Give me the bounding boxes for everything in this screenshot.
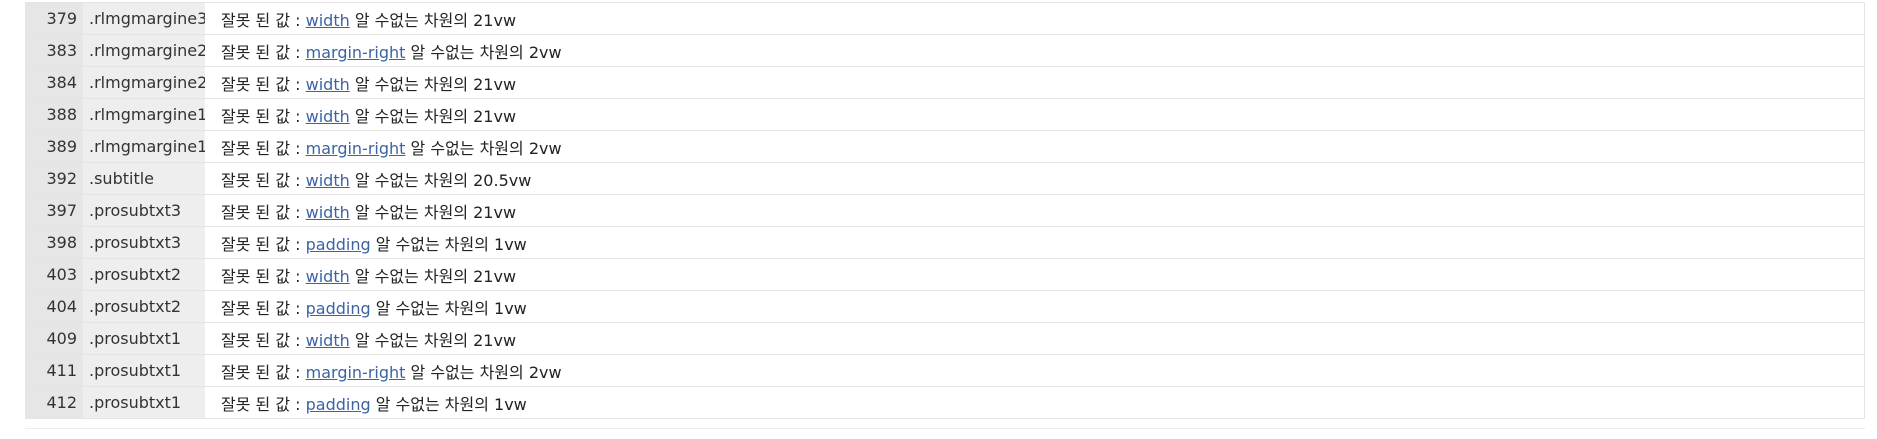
- line-number-cell: 412: [25, 386, 83, 419]
- error-message-cell: 잘못 된 값 : margin-right 알 수없는 차원의 2vw: [205, 354, 1865, 387]
- table-row: 412 .prosubtxt1 잘못 된 값 : padding 알 수없는 차…: [25, 386, 1865, 419]
- error-prefix: 잘못 된 값 :: [221, 330, 301, 350]
- property-link[interactable]: padding: [306, 235, 371, 254]
- error-detail: 알 수없는 차원의 1vw: [375, 394, 527, 414]
- line-number-cell: 389: [25, 130, 83, 163]
- error-detail: 알 수없는 차원의 21vw: [354, 330, 517, 350]
- error-message-cell: 잘못 된 값 : width 알 수없는 차원의 21vw: [205, 258, 1865, 291]
- selector-context-cell: .subtitle: [83, 162, 205, 195]
- error-detail: 알 수없는 차원의 21vw: [354, 74, 517, 94]
- line-number-cell: 398: [25, 226, 83, 259]
- property-link[interactable]: padding: [306, 395, 371, 414]
- error-prefix: 잘못 된 값 :: [221, 10, 301, 30]
- css-validation-errors-table: 379 .rlmgmargine3 잘못 된 값 : width 알 수없는 차…: [25, 2, 1865, 419]
- selector-context-cell: .prosubtxt1: [83, 354, 205, 387]
- error-prefix: 잘못 된 값 :: [221, 362, 301, 382]
- error-prefix: 잘못 된 값 :: [221, 266, 301, 286]
- error-prefix: 잘못 된 값 :: [221, 298, 301, 318]
- error-prefix: 잘못 된 값 :: [221, 106, 301, 126]
- line-number-cell: 409: [25, 322, 83, 355]
- error-prefix: 잘못 된 값 :: [221, 42, 301, 62]
- line-number-cell: 392: [25, 162, 83, 195]
- error-message-cell: 잘못 된 값 : padding 알 수없는 차원의 1vw: [205, 226, 1865, 259]
- error-message-cell: 잘못 된 값 : margin-right 알 수없는 차원의 2vw: [205, 34, 1865, 67]
- error-detail: 알 수없는 차원의 1vw: [375, 234, 527, 254]
- selector-context-cell: .rlmgmargine1: [83, 130, 205, 163]
- selector-context-cell: .prosubtxt2: [83, 290, 205, 323]
- error-message-cell: 잘못 된 값 : width 알 수없는 차원의 21vw: [205, 194, 1865, 227]
- selector-context-cell: .rlmgmargine2: [83, 66, 205, 99]
- line-number-cell: 384: [25, 66, 83, 99]
- table-row: 404 .prosubtxt2 잘못 된 값 : padding 알 수없는 차…: [25, 290, 1865, 323]
- error-detail: 알 수없는 차원의 20.5vw: [354, 170, 532, 190]
- section-divider: [25, 428, 1865, 429]
- error-message-cell: 잘못 된 값 : margin-right 알 수없는 차원의 2vw: [205, 130, 1865, 163]
- line-number-cell: 379: [25, 2, 83, 35]
- error-message-cell: 잘못 된 값 : width 알 수없는 차원의 21vw: [205, 98, 1865, 131]
- error-prefix: 잘못 된 값 :: [221, 138, 301, 158]
- error-message-cell: 잘못 된 값 : padding 알 수없는 차원의 1vw: [205, 290, 1865, 323]
- table-row: 379 .rlmgmargine3 잘못 된 값 : width 알 수없는 차…: [25, 2, 1865, 35]
- line-number-cell: 403: [25, 258, 83, 291]
- error-prefix: 잘못 된 값 :: [221, 170, 301, 190]
- error-detail: 알 수없는 차원의 21vw: [354, 266, 517, 286]
- line-number-cell: 411: [25, 354, 83, 387]
- property-link[interactable]: padding: [306, 299, 371, 318]
- selector-context-cell: .rlmgmargine1: [83, 98, 205, 131]
- selector-context-cell: .prosubtxt1: [83, 322, 205, 355]
- property-link[interactable]: width: [306, 171, 350, 190]
- error-detail: 알 수없는 차원의 1vw: [375, 298, 527, 318]
- error-prefix: 잘못 된 값 :: [221, 394, 301, 414]
- table-row: 389 .rlmgmargine1 잘못 된 값 : margin-right …: [25, 130, 1865, 163]
- property-link[interactable]: width: [306, 107, 350, 126]
- error-prefix: 잘못 된 값 :: [221, 74, 301, 94]
- error-detail: 알 수없는 차원의 21vw: [354, 106, 517, 126]
- error-message-cell: 잘못 된 값 : width 알 수없는 차원의 20.5vw: [205, 162, 1865, 195]
- property-link[interactable]: margin-right: [306, 363, 406, 382]
- errors-table-body: 379 .rlmgmargine3 잘못 된 값 : width 알 수없는 차…: [25, 2, 1865, 419]
- property-link[interactable]: margin-right: [306, 139, 406, 158]
- property-link[interactable]: width: [306, 11, 350, 30]
- error-detail: 알 수없는 차원의 21vw: [354, 10, 517, 30]
- property-link[interactable]: width: [306, 75, 350, 94]
- error-message-cell: 잘못 된 값 : width 알 수없는 차원의 21vw: [205, 2, 1865, 35]
- table-row: 383 .rlmgmargine2 잘못 된 값 : margin-right …: [25, 34, 1865, 67]
- selector-context-cell: .prosubtxt3: [83, 226, 205, 259]
- table-row: 384 .rlmgmargine2 잘못 된 값 : width 알 수없는 차…: [25, 66, 1865, 99]
- table-row: 392 .subtitle 잘못 된 값 : width 알 수없는 차원의 2…: [25, 162, 1865, 195]
- error-detail: 알 수없는 차원의 21vw: [354, 202, 517, 222]
- error-message-cell: 잘못 된 값 : padding 알 수없는 차원의 1vw: [205, 386, 1865, 419]
- table-row: 388 .rlmgmargine1 잘못 된 값 : width 알 수없는 차…: [25, 98, 1865, 131]
- error-detail: 알 수없는 차원의 2vw: [410, 362, 562, 382]
- property-link[interactable]: width: [306, 203, 350, 222]
- selector-context-cell: .prosubtxt3: [83, 194, 205, 227]
- line-number-cell: 388: [25, 98, 83, 131]
- selector-context-cell: .rlmgmargine3: [83, 2, 205, 35]
- error-detail: 알 수없는 차원의 2vw: [410, 138, 562, 158]
- line-number-cell: 383: [25, 34, 83, 67]
- table-row: 398 .prosubtxt3 잘못 된 값 : padding 알 수없는 차…: [25, 226, 1865, 259]
- table-row: 403 .prosubtxt2 잘못 된 값 : width 알 수없는 차원의…: [25, 258, 1865, 291]
- property-link[interactable]: width: [306, 331, 350, 350]
- error-prefix: 잘못 된 값 :: [221, 234, 301, 254]
- table-row: 397 .prosubtxt3 잘못 된 값 : width 알 수없는 차원의…: [25, 194, 1865, 227]
- property-link[interactable]: width: [306, 267, 350, 286]
- error-message-cell: 잘못 된 값 : width 알 수없는 차원의 21vw: [205, 322, 1865, 355]
- line-number-cell: 404: [25, 290, 83, 323]
- table-row: 409 .prosubtxt1 잘못 된 값 : width 알 수없는 차원의…: [25, 322, 1865, 355]
- error-message-cell: 잘못 된 값 : width 알 수없는 차원의 21vw: [205, 66, 1865, 99]
- line-number-cell: 397: [25, 194, 83, 227]
- error-prefix: 잘못 된 값 :: [221, 202, 301, 222]
- selector-context-cell: .prosubtxt2: [83, 258, 205, 291]
- property-link[interactable]: margin-right: [306, 43, 406, 62]
- table-row: 411 .prosubtxt1 잘못 된 값 : margin-right 알 …: [25, 354, 1865, 387]
- error-detail: 알 수없는 차원의 2vw: [410, 42, 562, 62]
- selector-context-cell: .prosubtxt1: [83, 386, 205, 419]
- selector-context-cell: .rlmgmargine2: [83, 34, 205, 67]
